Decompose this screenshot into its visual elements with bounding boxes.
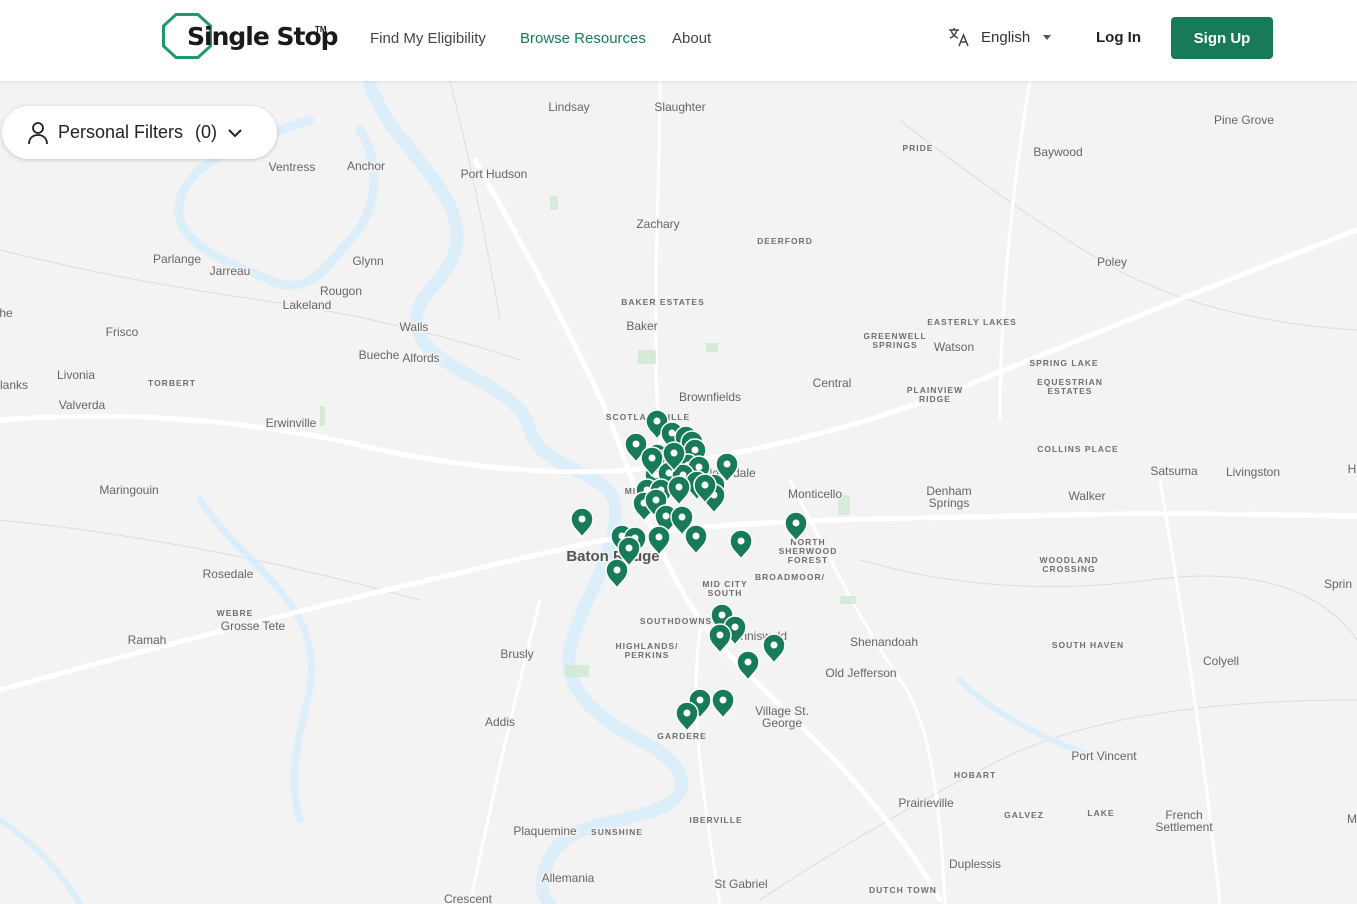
place-label: Monticello <box>788 487 842 501</box>
translate-icon <box>949 28 969 47</box>
chevron-down-icon <box>228 128 242 137</box>
place-label: Parlange <box>153 252 201 266</box>
place-label: lanks <box>0 378 28 392</box>
place-label: he <box>0 306 13 320</box>
place-label: Old Jefferson <box>825 666 896 680</box>
personal-filters-label: Personal Filters <box>58 122 184 142</box>
place-label: GARDERE <box>657 731 707 741</box>
place-label: IBERVILLE <box>689 815 742 825</box>
place-label: Walls <box>400 320 429 334</box>
place-label: RIDGE <box>919 394 951 404</box>
resource-map[interactable]: Lindsay Slaughter Pine Grove PRIDE Baywood Ve… <box>0 81 1357 904</box>
place-label: Allemania <box>542 871 595 885</box>
place-label: EASTERLY LAKES <box>927 317 1017 327</box>
place-label: Bueche <box>359 348 400 362</box>
place-label: CROSSING <box>1042 564 1095 574</box>
place-label: Port Hudson <box>461 167 528 181</box>
nav-browse-resources[interactable]: Browse Resources <box>520 30 646 47</box>
place-label: Addis <box>485 715 515 729</box>
place-label: Pine Grove <box>1214 113 1274 127</box>
place-label: SOUTHDOWNS <box>640 616 712 626</box>
chevron-down-icon <box>1043 34 1052 40</box>
place-label: Ramah <box>128 633 167 647</box>
place-label: Zachary <box>636 217 679 231</box>
place-label: ESTATES <box>1048 386 1093 396</box>
place-label: LAKE <box>1087 808 1114 818</box>
place-label: HOBART <box>954 770 996 780</box>
place-label: Livonia <box>57 368 95 382</box>
place-label: BROADMOOR/ <box>755 572 825 582</box>
place-label: TORBERT <box>148 378 196 388</box>
place-label: WEBRE <box>217 608 254 618</box>
place-label: SPRING LAKE <box>1029 358 1098 368</box>
place-label: Satsuma <box>1150 464 1198 478</box>
place-label: SOUTH HAVEN <box>1052 640 1124 650</box>
place-label: BAKER ESTATES <box>621 297 705 307</box>
place-label: Baywood <box>1033 145 1082 159</box>
place-label: Watson <box>934 340 974 354</box>
place-label: Slaughter <box>654 100 705 114</box>
place-label: Brownfields <box>679 390 741 404</box>
place-label: George <box>762 716 802 730</box>
language-label: English <box>981 28 1031 46</box>
place-label: Prairieville <box>898 796 954 810</box>
place-label: Grosse Tete <box>221 619 286 633</box>
nav-about[interactable]: About <box>672 30 711 47</box>
signup-button[interactable]: Sign Up <box>1171 17 1273 59</box>
place-label: Frisco <box>106 325 139 339</box>
place-label: Maringouin <box>99 483 158 497</box>
place-label: Rosedale <box>203 567 254 581</box>
place-label: PRIDE <box>903 143 934 153</box>
place-label: Settlement <box>1155 820 1213 834</box>
place-label: H <box>1348 462 1357 476</box>
place-label: Anchor <box>347 159 385 173</box>
place-label: SUNSHINE <box>591 827 643 837</box>
language-selector[interactable]: English <box>948 27 1052 47</box>
place-label: Colyell <box>1203 654 1239 668</box>
place-label: Ventress <box>269 160 316 174</box>
place-label: PERKINS <box>625 650 670 660</box>
place-label: GALVEZ <box>1004 810 1044 820</box>
place-label: Springs <box>929 496 970 510</box>
place-label: COLLINS PLACE <box>1037 444 1118 454</box>
place-label: SOUTH <box>708 588 743 598</box>
place-label: DUTCH TOWN <box>869 885 937 895</box>
trademark: TM <box>315 25 327 34</box>
place-label: Crescent <box>444 892 493 904</box>
place-label: Shenandoah <box>850 635 918 649</box>
person-icon <box>28 121 48 144</box>
place-label: St Gabriel <box>714 877 767 891</box>
top-nav-bar: Single Stop TM Find My Eligibility Brows… <box>0 0 1357 81</box>
place-label: Baker <box>626 319 657 333</box>
place-label: Brusly <box>500 647 533 661</box>
place-label: Central <box>813 376 852 390</box>
place-label: Port Vincent <box>1071 749 1137 763</box>
place-label: Valverda <box>59 398 106 412</box>
place-label: Livingston <box>1226 465 1280 479</box>
place-label: M <box>1347 812 1357 826</box>
personal-filters-count: (0) <box>195 122 218 142</box>
place-label: Plaquemine <box>513 824 577 838</box>
place-label: Alfords <box>402 351 439 365</box>
place-label: Duplessis <box>949 857 1001 871</box>
single-stop-logo[interactable]: Single Stop TM <box>162 13 339 59</box>
place-label: SPRINGS <box>872 340 917 350</box>
place-label: Rougon <box>320 284 362 298</box>
place-label: Glynn <box>352 254 383 268</box>
place-label: DEERFORD <box>757 236 813 246</box>
nav-find-my-eligibility[interactable]: Find My Eligibility <box>370 30 486 47</box>
place-label: Jarreau <box>210 264 251 278</box>
place-label: Erwinville <box>266 416 317 430</box>
place-label: Walker <box>1069 489 1106 503</box>
personal-filters-button[interactable]: Personal Filters (0) <box>2 106 277 159</box>
place-label: Lakeland <box>283 298 332 312</box>
place-label: Sprin <box>1324 577 1352 591</box>
place-label: FOREST <box>788 555 828 565</box>
place-label: Poley <box>1097 255 1127 269</box>
login-link[interactable]: Log In <box>1096 29 1141 46</box>
place-label: Lindsay <box>548 100 589 114</box>
